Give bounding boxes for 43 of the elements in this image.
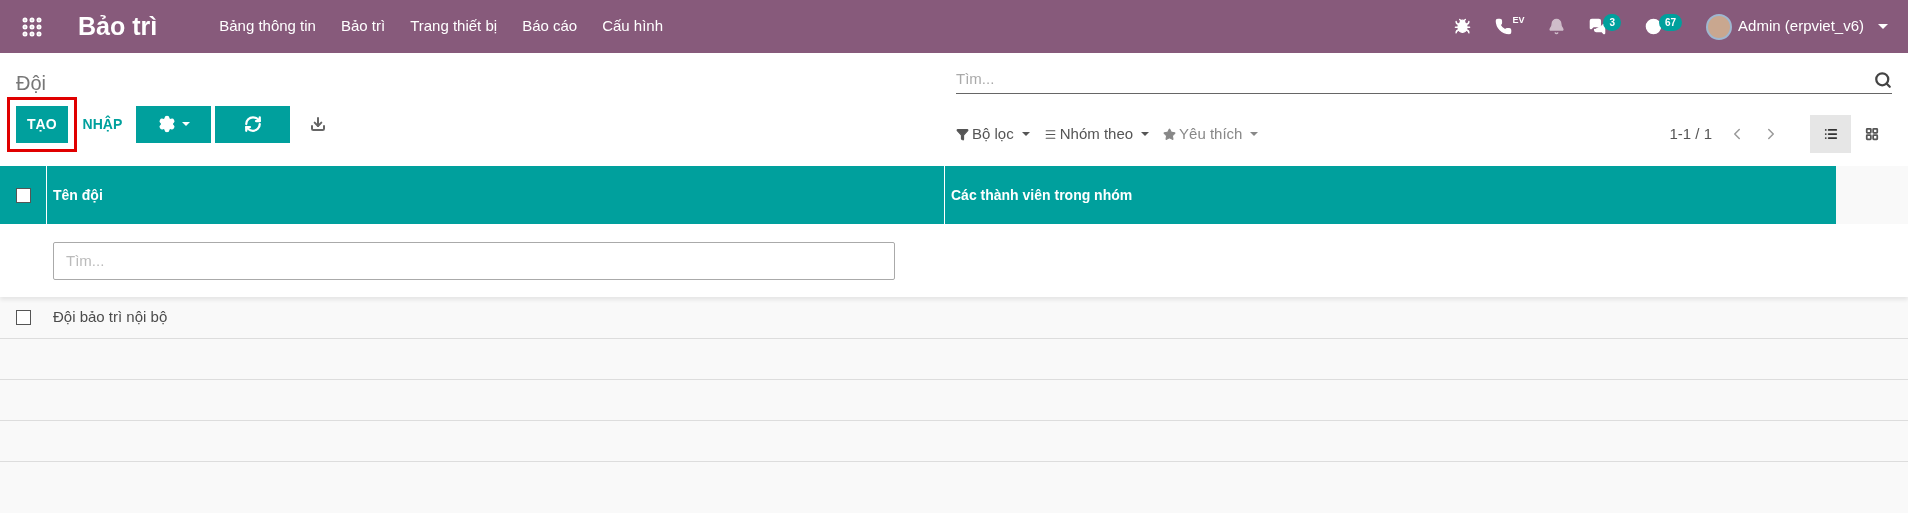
checkbox[interactable] bbox=[16, 310, 31, 325]
app-title: Bảo trì bbox=[78, 10, 158, 42]
bug-icon[interactable] bbox=[1454, 18, 1472, 35]
search-field[interactable]: Tìm... bbox=[956, 68, 1874, 91]
menu-item[interactable]: Cấu hình bbox=[602, 15, 664, 38]
list-view-icon bbox=[1823, 127, 1838, 141]
filter-dropdown[interactable]: Bộ lọc bbox=[956, 122, 1030, 146]
settings-icon bbox=[157, 115, 176, 133]
refresh-icon bbox=[243, 115, 262, 133]
caret-icon bbox=[181, 122, 190, 126]
user-menu[interactable]: Admin (erpviet_v6) bbox=[1738, 15, 1864, 38]
avatar[interactable] bbox=[1706, 13, 1733, 40]
breadcrumb: Đội bbox=[16, 71, 47, 96]
create-button[interactable]: TẠO bbox=[16, 105, 68, 143]
column-header[interactable]: Các thành viên trong nhóm bbox=[945, 184, 1139, 206]
search-icon[interactable] bbox=[1874, 70, 1892, 89]
menu-item[interactable]: Bảo trì bbox=[340, 15, 386, 38]
phone-label: EV bbox=[1512, 13, 1525, 27]
bell-icon[interactable] bbox=[1548, 18, 1566, 35]
badge: 67 bbox=[1659, 14, 1683, 31]
filter-dropdown[interactable]: Nhóm theo bbox=[1043, 122, 1150, 146]
badge: 3 bbox=[1603, 14, 1621, 31]
table-row[interactable]: Đội bảo trì nội bộ bbox=[0, 297, 1908, 339]
list-icon bbox=[1043, 127, 1057, 141]
menu-item[interactable]: Trang thiết bị bbox=[410, 15, 498, 38]
checkbox[interactable] bbox=[15, 187, 31, 203]
refresh-button[interactable] bbox=[215, 105, 291, 143]
column-search-field[interactable]: Tìm... bbox=[53, 241, 895, 280]
star-icon bbox=[1163, 127, 1177, 141]
download-icon[interactable] bbox=[310, 116, 327, 132]
caret-icon bbox=[1878, 24, 1888, 29]
import-button[interactable]: NHẬP bbox=[82, 113, 123, 135]
filter-icon bbox=[956, 127, 969, 141]
chat-icon[interactable] bbox=[1589, 18, 1607, 35]
phone-icon[interactable] bbox=[1495, 18, 1513, 35]
table-cell-text: Đội bảo trì nội bộ bbox=[52, 307, 169, 328]
pager: 1-1 / 1 bbox=[1669, 123, 1712, 144]
menu-item[interactable]: Bảng thông tin bbox=[219, 15, 316, 38]
menu-item[interactable]: Báo cáo bbox=[522, 15, 578, 38]
filter-dropdown[interactable]: Yêu thích bbox=[1163, 122, 1259, 146]
settings-dropdown[interactable] bbox=[136, 105, 212, 143]
list-view-button[interactable] bbox=[1810, 115, 1851, 153]
grid-view-icon bbox=[1864, 127, 1879, 141]
